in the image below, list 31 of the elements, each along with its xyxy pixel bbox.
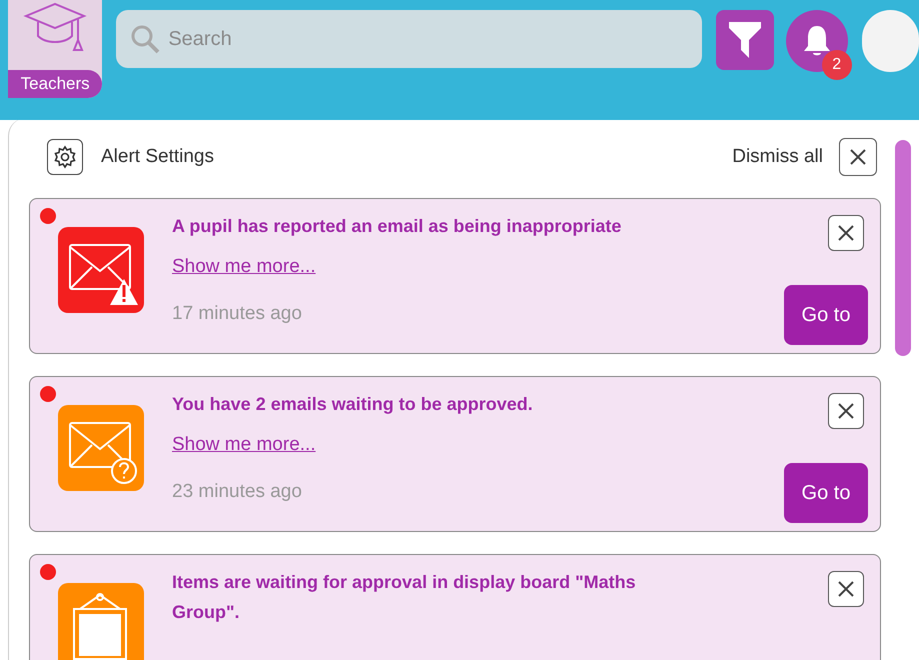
- search-field[interactable]: Search: [116, 10, 702, 68]
- dismiss-button[interactable]: [828, 215, 864, 251]
- close-icon: [837, 402, 855, 420]
- role-label: Teachers: [8, 70, 102, 98]
- alert-title: You have 2 emails waiting to be approved.: [172, 393, 533, 416]
- alert-settings-label[interactable]: Alert Settings: [101, 142, 214, 172]
- settings-button[interactable]: [47, 139, 83, 175]
- teachers-tile[interactable]: Teachers: [8, 0, 102, 98]
- settings-icon: [53, 145, 77, 169]
- scrollbar-thumb[interactable]: [895, 140, 911, 356]
- alert-time: 23 minutes ago: [172, 480, 302, 504]
- search-input[interactable]: Search: [168, 24, 688, 54]
- alert-title: Items are waiting for approval in display board "Maths Group".: [172, 571, 637, 624]
- close-icon: [837, 224, 855, 242]
- alert-title: A pupil has reported an email as being inappropriate: [172, 215, 622, 238]
- search-icon: [130, 24, 160, 54]
- dismiss-all-button[interactable]: [839, 138, 877, 176]
- close-icon: [837, 580, 855, 598]
- alert-time: 17 minutes ago: [172, 302, 302, 326]
- filter-button[interactable]: [716, 10, 774, 70]
- show-more-link[interactable]: Show me more...: [172, 253, 316, 282]
- notification-badge: 2: [822, 50, 852, 80]
- dismiss-button[interactable]: [828, 571, 864, 607]
- show-more-link[interactable]: Show me more...: [172, 431, 316, 460]
- go-to-button[interactable]: Go to: [784, 285, 868, 345]
- bell-icon: [802, 24, 832, 58]
- close-icon: [849, 148, 867, 166]
- filter-icon: [727, 20, 763, 60]
- dismiss-button[interactable]: [828, 393, 864, 429]
- go-to-button[interactable]: Go to: [784, 463, 868, 523]
- dismiss-all-label[interactable]: Dismiss all: [732, 142, 823, 172]
